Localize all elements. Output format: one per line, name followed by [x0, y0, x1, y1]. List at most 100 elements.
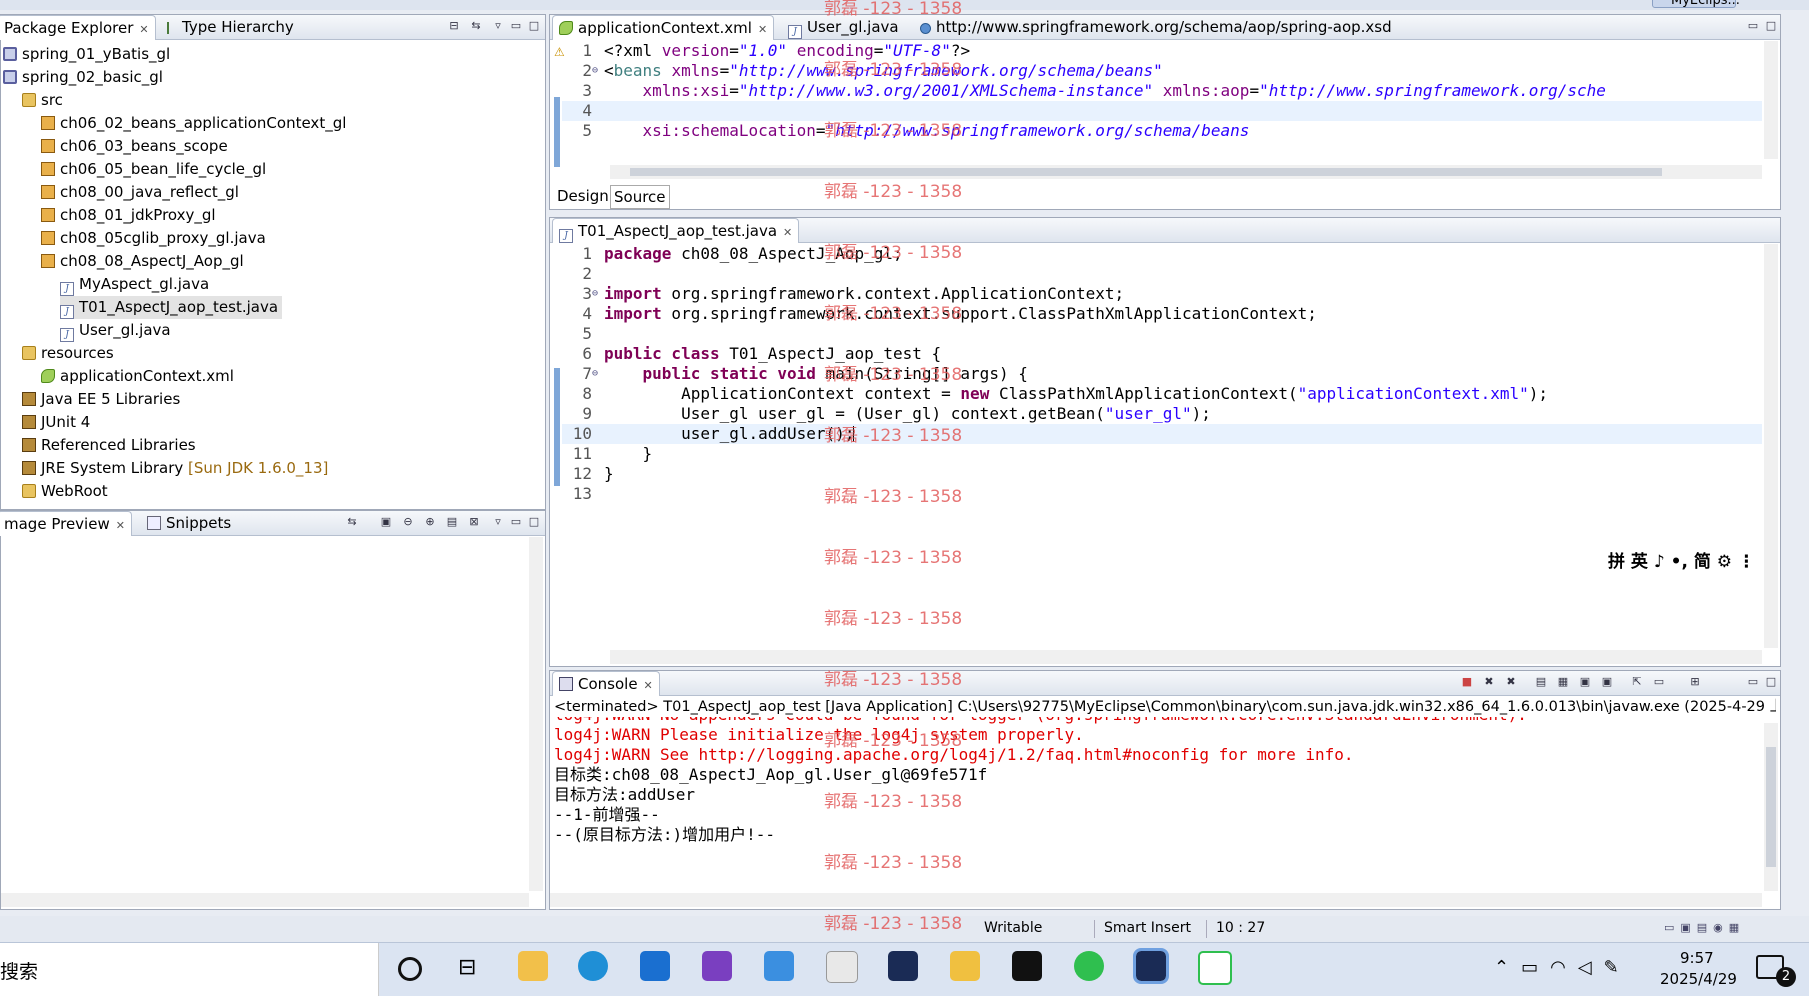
tree-item[interactable]: J T01_AspectJ_aop_test.java — [60, 296, 283, 319]
console-output[interactable]: log4j:WARN No appenders could be found f… — [550, 717, 1762, 885]
maximize-icon[interactable]: □ — [1764, 19, 1778, 33]
close-icon[interactable]: ✕ — [139, 23, 148, 36]
tree-item[interactable]: ch08_01_jdkProxy_gl — [41, 204, 216, 227]
java-source-view[interactable]: 1 package ch08_08_AspectJ_Aop_gl; 2 3 ⊖ impor… — [562, 244, 1762, 624]
minimize-icon[interactable]: ▭ — [1746, 675, 1760, 689]
display-console-icon[interactable]: ▭ — [1652, 675, 1666, 689]
minimize-icon[interactable]: ▭ — [509, 515, 523, 529]
console-vertical-scrollbar[interactable] — [1764, 723, 1778, 891]
xml-source-view[interactable]: 1 <?xml version="1.0" encoding="UTF-8"?> 2… — [562, 41, 1762, 159]
tree-item[interactable]: WebRoot — [22, 480, 108, 503]
widgets-icon[interactable]: ⊟ — [458, 955, 476, 980]
tab-spring-aop-xsd[interactable]: http://www.springframework.org/schema/ao… — [914, 15, 1398, 39]
app-icon[interactable] — [950, 951, 980, 981]
app-icon[interactable] — [826, 951, 858, 983]
tab-console[interactable]: Console ✕ — [552, 671, 660, 696]
perspective-button[interactable]: MyEclips... — [1652, 0, 1740, 8]
link-editor-icon[interactable]: ⇆ — [469, 19, 483, 33]
close-icon[interactable]: ✕ — [644, 679, 653, 692]
intellij-icon[interactable] — [1012, 951, 1042, 981]
xml-horizontal-scrollbar[interactable] — [610, 165, 1762, 179]
app-icon[interactable] — [1198, 951, 1232, 985]
view-menu-icon[interactable]: ▿ — [491, 515, 505, 529]
close-icon[interactable]: ✕ — [758, 23, 767, 36]
minimize-icon[interactable]: ▭ — [509, 19, 523, 33]
app-icon[interactable] — [764, 951, 794, 981]
show-stdout-icon[interactable]: ▣ — [1578, 675, 1592, 689]
tray-icons[interactable]: ⌃▭◠◁✎ — [1494, 957, 1631, 978]
maximize-icon[interactable]: □ — [527, 19, 541, 33]
view-menu-icon[interactable]: ▿ — [491, 19, 505, 33]
tab-application-context-xml[interactable]: applicationContext.xml ✕ — [552, 15, 775, 40]
minimize-icon[interactable]: ▭ — [1746, 19, 1760, 33]
tree-item[interactable]: ch08_00_java_reflect_gl — [41, 181, 239, 204]
tab-image-preview[interactable]: mage Preview ✕ — [0, 511, 132, 536]
remove-launch-icon[interactable]: ✖ — [1482, 675, 1496, 689]
fold-icon[interactable]: ⊖ — [592, 61, 598, 81]
image-fit-icon[interactable]: ▣ — [379, 515, 393, 529]
show-stderr-icon[interactable]: ▣ — [1600, 675, 1614, 689]
tree-item[interactable]: ch08_08_AspectJ_Aop_gl — [41, 250, 244, 273]
fit-window-icon[interactable]: ⊠ — [467, 515, 481, 529]
fold-icon[interactable]: ⊖ — [592, 284, 598, 304]
maximize-icon[interactable]: □ — [1764, 675, 1778, 689]
actual-size-icon[interactable]: ▤ — [445, 515, 459, 529]
console-horizontal-scrollbar[interactable] — [550, 893, 1762, 907]
zoom-out-icon[interactable]: ⊖ — [401, 515, 415, 529]
tree-item[interactable]: src — [22, 89, 63, 112]
tree-item[interactable]: ch06_05_bean_life_cycle_gl — [41, 158, 266, 181]
task-view-icon[interactable] — [398, 957, 422, 981]
package-tree: spring_01_yBatis_gl spring_02_basic_gl src… — [1, 39, 545, 509]
xml-vertical-scrollbar[interactable] — [1764, 41, 1778, 159]
tree-item[interactable]: JUnit 4 — [22, 411, 90, 434]
tree-item[interactable]: resources — [22, 342, 114, 365]
clock-time[interactable]: 9:57 — [1680, 949, 1714, 967]
store-icon[interactable] — [640, 951, 670, 981]
pin-console-icon[interactable]: ⇱ — [1630, 675, 1644, 689]
tree-item[interactable]: Referenced Libraries — [22, 434, 196, 457]
tree-item[interactable]: spring_02_basic_gl — [3, 66, 163, 89]
fold-icon[interactable]: ⊖ — [592, 364, 598, 384]
tab-user-gl-java[interactable]: J User_gl.java — [782, 15, 905, 39]
tree-item[interactable]: ch08_05cglib_proxy_gl.java — [41, 227, 266, 250]
tree-item[interactable]: spring_01_yBatis_gl — [3, 43, 170, 66]
collapse-all-icon[interactable]: ⊟ — [447, 19, 461, 33]
tab-source[interactable]: Source — [610, 185, 670, 209]
terminate-icon[interactable]: ■ — [1460, 675, 1474, 689]
tree-item[interactable]: applicationContext.xml — [41, 365, 234, 388]
tree-item[interactable]: ch06_03_beans_scope — [41, 135, 228, 158]
java-vertical-scrollbar[interactable] — [1764, 244, 1778, 648]
zoom-in-icon[interactable]: ⊕ — [423, 515, 437, 529]
tree-item[interactable]: J User_gl.java — [60, 319, 171, 342]
tree-item[interactable]: ch06_02_beans_applicationContext_gl — [41, 112, 346, 135]
tab-t01-aspectj-aop-test[interactable]: J T01_AspectJ_aop_test.java ✕ — [552, 218, 800, 243]
tree-item[interactable]: J MyAspect_gl.java — [60, 273, 209, 296]
tab-design[interactable]: Design — [554, 185, 613, 207]
close-icon[interactable]: ✕ — [116, 519, 125, 532]
search-box[interactable]: 搜索 — [0, 943, 379, 996]
ime-toolbar[interactable]: 拼 英 ♪ •, 简 ⚙ ⋮ — [1604, 550, 1759, 574]
java-horizontal-scrollbar[interactable] — [610, 650, 1762, 664]
myeclipse-icon[interactable] — [888, 951, 918, 981]
edge-browser-icon[interactable] — [578, 951, 608, 981]
remove-all-icon[interactable]: ✖ — [1504, 675, 1518, 689]
clock-date[interactable]: 2025/4/29 — [1660, 970, 1737, 988]
sync-icon[interactable]: ⇆ — [345, 515, 359, 529]
open-console-icon[interactable]: ⊞ — [1688, 675, 1702, 689]
tree-item[interactable]: Java EE 5 Libraries — [22, 388, 180, 411]
tree-item[interactable]: JRE System Library [Sun JDK 1.6.0_13] — [22, 457, 328, 480]
tab-type-hierarchy[interactable]: Type Hierarchy — [161, 15, 300, 39]
visual-studio-icon[interactable] — [702, 951, 732, 981]
scroll-lock-icon[interactable]: ▦ — [1556, 675, 1570, 689]
myeclipse-active-icon[interactable] — [1133, 948, 1169, 984]
preview-horizontal-scrollbar[interactable] — [1, 893, 529, 907]
wechat-icon[interactable] — [1074, 951, 1104, 981]
status-icons[interactable]: ▭▣▤◉▦ — [1664, 921, 1794, 935]
close-icon[interactable]: ✕ — [783, 226, 792, 239]
tab-package-explorer[interactable]: Package Explorer ✕ — [0, 15, 156, 40]
preview-vertical-scrollbar[interactable] — [529, 537, 543, 891]
file-explorer-icon[interactable] — [518, 951, 548, 981]
tab-snippets[interactable]: Snippets — [141, 511, 237, 535]
maximize-icon[interactable]: □ — [527, 515, 541, 529]
clear-console-icon[interactable]: ▤ — [1534, 675, 1548, 689]
